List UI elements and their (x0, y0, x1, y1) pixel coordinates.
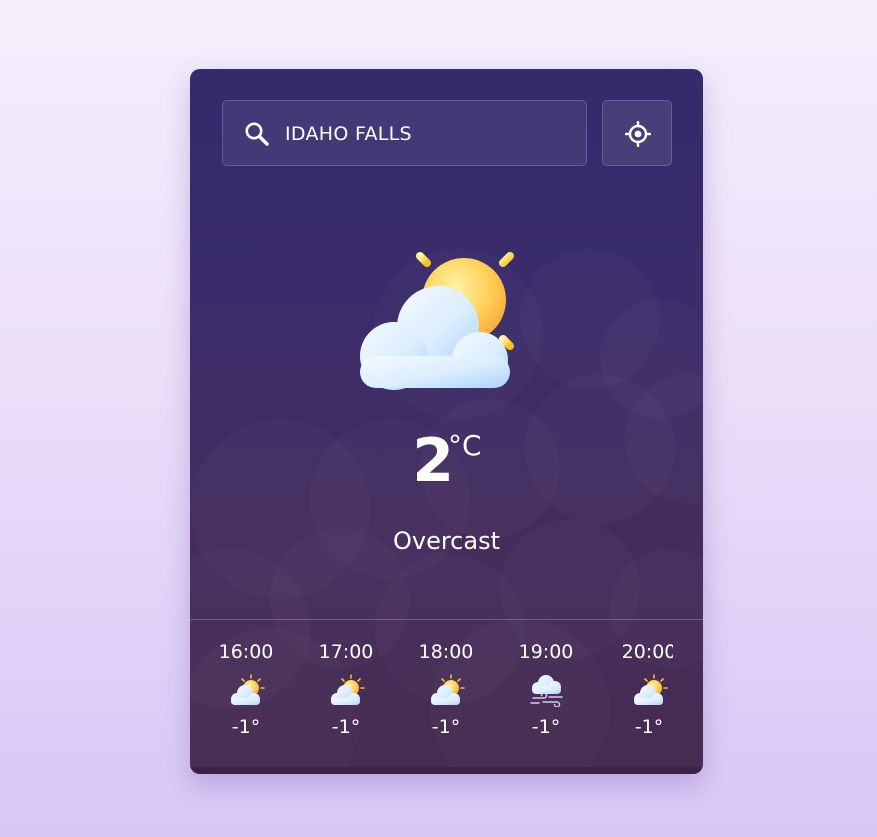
weather-card: 2 °C Overcast 16:00 (190, 69, 703, 774)
hourly-time: 16:00 (218, 641, 274, 663)
hourly-time: 17:00 (318, 641, 374, 663)
partly-cloudy-icon (358, 232, 534, 392)
hourly-item: 19:00 -1° (496, 620, 596, 770)
hourly-temp: -1° (531, 716, 561, 738)
hourly-time: 20:00 (621, 641, 673, 663)
temperature-display: 2 °C (190, 421, 703, 501)
hourly-forecast[interactable]: 16:00 -1° 17:00 -1° 18:00 -1° 19:00 -1° … (190, 620, 673, 770)
partly-cloudy-icon (329, 673, 365, 707)
hourly-time: 18:00 (418, 641, 474, 663)
locate-icon (624, 120, 652, 148)
temperature-unit: °C (448, 429, 482, 462)
card-bottom-edge (190, 767, 703, 774)
search-input[interactable] (285, 115, 575, 153)
hourly-item: 16:00 -1° (196, 620, 296, 770)
partly-cloudy-icon (632, 673, 668, 707)
hourly-temp: -1° (331, 716, 361, 738)
hourly-item: 18:00 -1° (396, 620, 496, 770)
partly-cloudy-icon (429, 673, 465, 707)
hourly-temp: -1° (634, 716, 664, 738)
partly-cloudy-icon (229, 673, 265, 707)
hourly-time: 19:00 (518, 641, 574, 663)
hourly-item: 17:00 -1° (296, 620, 396, 770)
search-box[interactable] (222, 100, 587, 166)
hourly-item: 20:00 -1° (599, 620, 673, 770)
temperature-value: 2 (412, 426, 454, 496)
condition-text: Overcast (392, 527, 500, 555)
hourly-temp: -1° (431, 716, 461, 738)
windy-cloud-icon (529, 673, 565, 708)
search-icon (244, 121, 270, 147)
hourly-temp: -1° (231, 716, 261, 738)
locate-button[interactable] (602, 100, 672, 166)
